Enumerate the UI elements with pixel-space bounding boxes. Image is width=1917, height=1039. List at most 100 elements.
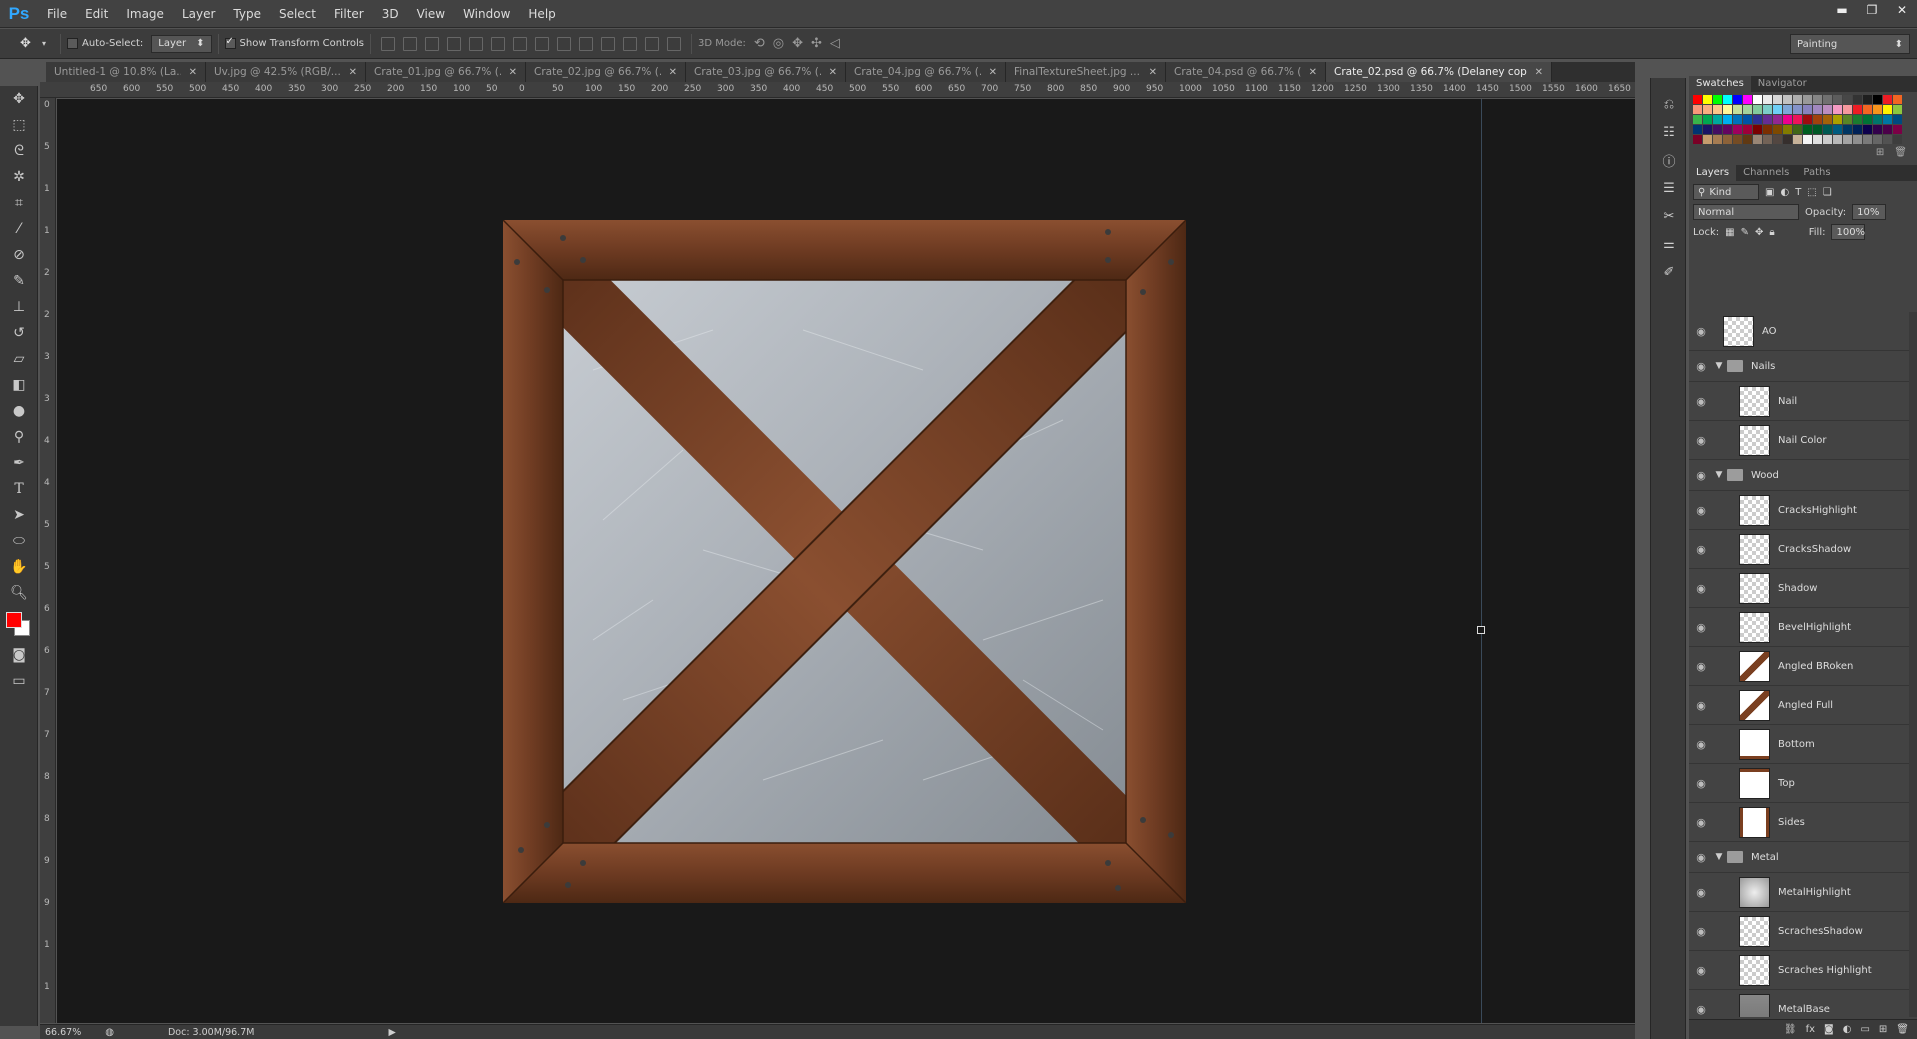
swatch[interactable] (1773, 95, 1782, 104)
3d-slide-icon[interactable]: ✣ (811, 36, 822, 51)
swatch[interactable] (1833, 105, 1842, 114)
swatch[interactable] (1853, 135, 1862, 144)
visibility-eye-icon[interactable]: ◉ (1689, 469, 1713, 482)
document-tab[interactable]: Crate_02.psd @ 66.7% (Delaney copy 8, RG… (1326, 62, 1552, 82)
eraser-tool-icon[interactable]: ▱ (0, 346, 38, 372)
layer-row[interactable]: ◉ Nail (1689, 382, 1909, 421)
menu-select[interactable]: Select (270, 0, 325, 28)
healing-brush-tool-icon[interactable]: ⊘ (0, 242, 38, 268)
paint-bucket-tool-icon[interactable]: ◧ (0, 372, 38, 398)
swatch[interactable] (1853, 115, 1862, 124)
swatch[interactable] (1733, 105, 1742, 114)
zoom-tool-icon[interactable]: 🔍︎ (0, 580, 38, 606)
swatch[interactable] (1803, 115, 1812, 124)
swatch[interactable] (1693, 115, 1702, 124)
new-swatch-icon[interactable]: ⊞ (1876, 147, 1884, 165)
align-distribute-icon[interactable] (424, 36, 439, 51)
quick-mask-icon[interactable]: ◙ (0, 642, 38, 668)
visibility-eye-icon[interactable]: ◉ (1689, 886, 1713, 899)
swatch[interactable] (1723, 95, 1732, 104)
swatch[interactable] (1723, 115, 1732, 124)
align-distribute-icon[interactable] (644, 36, 659, 51)
swatch[interactable] (1723, 135, 1732, 144)
swatch[interactable] (1813, 125, 1822, 134)
swatch[interactable] (1773, 115, 1782, 124)
visibility-eye-icon[interactable]: ◉ (1689, 325, 1713, 338)
lock-position-icon[interactable]: ✥ (1755, 227, 1763, 238)
swatch[interactable] (1863, 105, 1872, 114)
layer-row[interactable]: ◉ Bottom (1689, 725, 1909, 764)
auto-select-checkbox[interactable] (67, 38, 79, 49)
swatch[interactable] (1893, 105, 1902, 114)
chevron-down-icon[interactable]: ▼ (1713, 852, 1725, 862)
workspace-dropdown[interactable]: Painting ⬍ (1790, 34, 1910, 54)
swatch[interactable] (1843, 105, 1852, 114)
document-tab[interactable]: Untitled-1 @ 10.8% (La... ✕ (46, 62, 206, 82)
swatch[interactable] (1783, 125, 1792, 134)
screen-mode-icon[interactable]: ▭ (0, 668, 38, 694)
layer-group-row[interactable]: ◉ ▼ Wood (1689, 460, 1909, 491)
align-distribute-icon[interactable] (380, 36, 395, 51)
menu-layer[interactable]: Layer (173, 0, 224, 28)
menu-help[interactable]: Help (519, 0, 564, 28)
align-distribute-icon[interactable] (666, 36, 681, 51)
swatch[interactable] (1733, 115, 1742, 124)
swatch[interactable] (1833, 95, 1842, 104)
clone-stamp-tool-icon[interactable]: ⊥ (0, 294, 38, 320)
blend-mode-dropdown[interactable]: Normal (1693, 204, 1799, 220)
visibility-eye-icon[interactable]: ◉ (1689, 504, 1713, 517)
menu-edit[interactable]: Edit (76, 0, 117, 28)
close-icon[interactable]: ✕ (669, 67, 677, 78)
chevron-down-icon[interactable]: ▾ (42, 39, 46, 48)
layer-row[interactable]: ◉ BevelHighlight (1689, 608, 1909, 647)
menu-3d[interactable]: 3D (373, 0, 408, 28)
close-icon[interactable]: ✕ (1309, 67, 1317, 78)
link-layers-icon[interactable]: ⛓ (1784, 1024, 1797, 1035)
visibility-eye-icon[interactable]: ◉ (1689, 738, 1713, 751)
chevron-down-icon[interactable]: ▼ (1713, 361, 1725, 371)
swatch[interactable] (1813, 105, 1822, 114)
swatch[interactable] (1723, 105, 1732, 114)
lasso-tool-icon[interactable]: ᘓ (0, 138, 38, 164)
swatch[interactable] (1883, 135, 1892, 144)
opacity-input[interactable]: 10% (1852, 204, 1887, 220)
swatch[interactable] (1793, 95, 1802, 104)
swatch[interactable] (1823, 105, 1832, 114)
swatch[interactable] (1713, 105, 1722, 114)
swatch[interactable] (1763, 135, 1772, 144)
swatch[interactable] (1733, 125, 1742, 134)
panel-tab-swatches[interactable]: Swatches (1689, 76, 1751, 92)
align-distribute-icon[interactable] (490, 36, 505, 51)
swatch[interactable] (1703, 125, 1712, 134)
visibility-eye-icon[interactable]: ◉ (1689, 964, 1713, 977)
filter-adjust-icon[interactable]: ◐ (1780, 187, 1789, 198)
history-brush-tool-icon[interactable]: ↺ (0, 320, 38, 346)
swatch[interactable] (1743, 95, 1752, 104)
close-icon[interactable]: ✕ (989, 67, 997, 78)
layer-row[interactable]: ◉ MetalHighlight (1689, 873, 1909, 912)
add-mask-icon[interactable]: ◙ (1824, 1024, 1834, 1035)
auto-select-dropdown[interactable]: Layer ⬍ (151, 34, 212, 53)
layer-row[interactable]: ◉ Angled Full (1689, 686, 1909, 725)
swatch[interactable] (1873, 105, 1882, 114)
properties-panel-icon[interactable]: ☷ (1651, 118, 1687, 146)
swatch[interactable] (1803, 125, 1812, 134)
layer-filter-dropdown[interactable]: ⚲ Kind (1693, 184, 1759, 200)
swatch[interactable] (1873, 115, 1882, 124)
swatch[interactable] (1773, 125, 1782, 134)
document-tab[interactable]: Crate_04.jpg @ 66.7% (... ✕ (846, 62, 1006, 82)
menu-image[interactable]: Image (117, 0, 173, 28)
visibility-eye-icon[interactable]: ◉ (1689, 1003, 1713, 1016)
layer-row[interactable]: ◉ ScrachesShadow (1689, 912, 1909, 951)
adjustments-panel-icon[interactable]: ⚌ (1651, 230, 1687, 258)
visibility-eye-icon[interactable]: ◉ (1689, 395, 1713, 408)
visibility-eye-icon[interactable]: ◉ (1689, 543, 1713, 556)
visibility-eye-icon[interactable]: ◉ (1689, 777, 1713, 790)
align-distribute-icon[interactable] (556, 36, 571, 51)
swatch[interactable] (1723, 125, 1732, 134)
swatch[interactable] (1803, 105, 1812, 114)
swatch[interactable] (1783, 115, 1792, 124)
swatch[interactable] (1753, 135, 1762, 144)
visibility-eye-icon[interactable]: ◉ (1689, 699, 1713, 712)
swatch[interactable] (1843, 95, 1852, 104)
